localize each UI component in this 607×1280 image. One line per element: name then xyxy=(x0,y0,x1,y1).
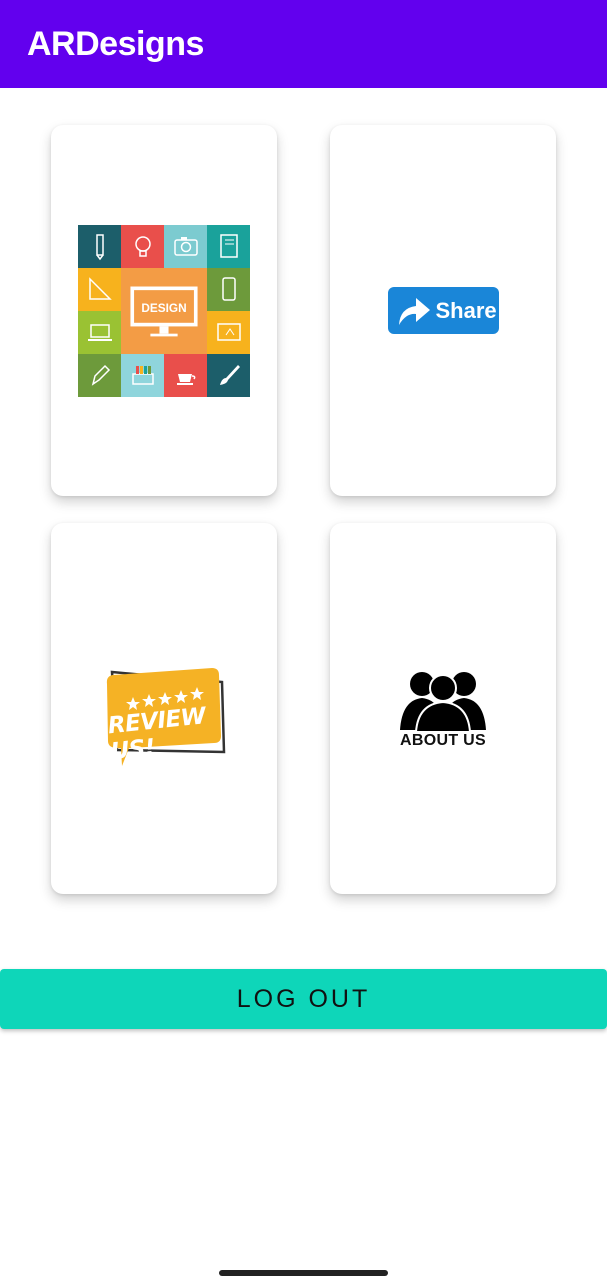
share-arrow-icon xyxy=(398,297,430,325)
app-bar: ARDesigns xyxy=(0,0,607,88)
design-monitor: DESIGN xyxy=(121,267,207,354)
review-us-image: REVIEW US! xyxy=(79,644,249,774)
people-group-icon xyxy=(400,671,486,733)
about-us-image: ABOUT US xyxy=(398,668,488,750)
share-button-image: Share xyxy=(387,287,499,334)
about-card[interactable]: ABOUT US xyxy=(330,523,556,894)
design-card[interactable]: DESIGN xyxy=(51,125,277,496)
svg-text:DESIGN: DESIGN xyxy=(141,301,186,314)
share-card[interactable]: Share xyxy=(330,125,556,496)
logout-label: LOG OUT xyxy=(236,984,371,1013)
share-label: Share xyxy=(435,297,497,323)
app-title: ARDesigns xyxy=(27,24,204,63)
about-us-label: ABOUT US xyxy=(400,731,486,749)
design-collage-icon: DESIGN xyxy=(78,224,250,397)
logout-button[interactable]: LOG OUT xyxy=(0,969,607,1029)
home-indicator xyxy=(219,1270,388,1276)
review-card[interactable]: REVIEW US! xyxy=(51,523,277,894)
